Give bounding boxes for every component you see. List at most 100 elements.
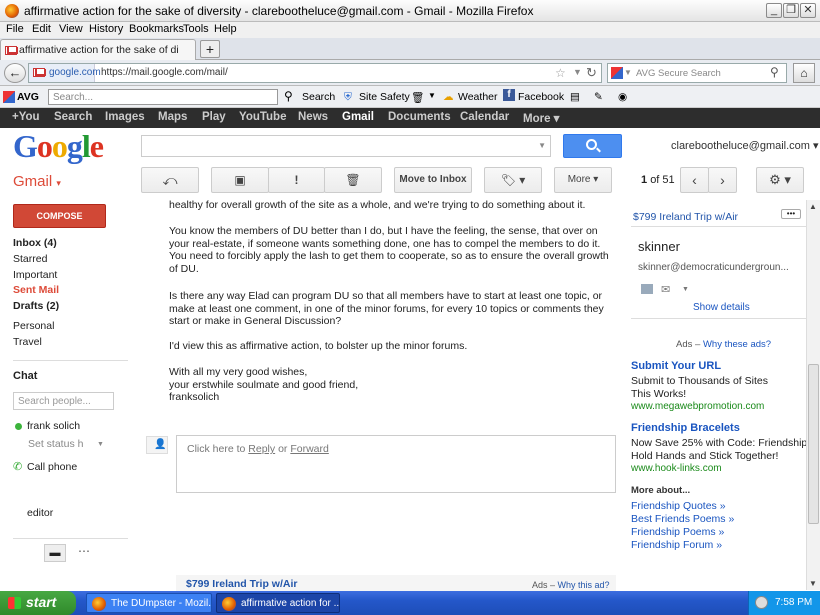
toolbar-icon-1[interactable]: ▤ <box>570 91 580 103</box>
nav-travel[interactable]: Travel <box>13 336 42 348</box>
dropdown-icon[interactable]: ▼ <box>538 141 546 150</box>
browser-search-box[interactable]: ▼ AVG Secure Search ⚲ <box>607 63 787 83</box>
new-tab-button[interactable]: + <box>200 40 220 58</box>
nav-sent-mail[interactable]: Sent Mail <box>13 284 59 296</box>
home-button[interactable]: ⌂ <box>793 63 815 83</box>
gmail-search-input[interactable]: ▼ <box>141 135 551 157</box>
newer-button[interactable]: › <box>708 167 737 193</box>
nav-starred[interactable]: Starred <box>13 253 47 265</box>
reply-link[interactable]: Reply <box>248 443 275 455</box>
more-icon[interactable]: ••• <box>781 209 801 219</box>
add-contact-icon[interactable] <box>641 284 653 294</box>
menu-bookmarks[interactable]: Bookmarks <box>129 23 184 35</box>
labels-button[interactable]: 🏷 ▾ <box>484 167 542 193</box>
close-button[interactable]: ✕ <box>800 3 816 18</box>
scroll-down-icon[interactable]: ▼ <box>809 579 817 588</box>
menu-edit[interactable]: Edit <box>32 23 51 35</box>
more-link-1[interactable]: Friendship Quotes » <box>631 500 726 512</box>
more-button[interactable]: More ▾ <box>554 167 612 193</box>
minimize-button[interactable]: _ <box>766 3 782 18</box>
menu-file[interactable]: File <box>6 23 24 35</box>
gbar-news[interactable]: News <box>298 111 328 123</box>
url-bar[interactable]: google.com https://mail.google.com/mail/… <box>28 63 602 83</box>
ad2-title[interactable]: Friendship Bracelets <box>631 422 740 434</box>
gbar-youtube[interactable]: YouTube <box>239 111 286 123</box>
show-details-link[interactable]: Show details <box>693 302 750 313</box>
site-safety-button[interactable]: Site Safety <box>359 91 410 103</box>
gmail-menu[interactable]: Gmail ▾ <box>13 173 61 190</box>
dropdown-icon[interactable]: ▼ <box>428 91 436 100</box>
report-spam-button[interactable]: ! <box>268 167 325 193</box>
move-to-inbox-button[interactable]: Move to Inbox <box>394 167 472 193</box>
why-this-ad-link[interactable]: Why this ad? <box>558 580 610 590</box>
avg-search-input[interactable]: Search... <box>48 89 278 105</box>
footer-ad-link[interactable]: $799 Ireland Trip w/Air <box>186 578 297 590</box>
more-link-4[interactable]: Friendship Forum » <box>631 539 722 551</box>
call-phone[interactable]: Call phone <box>27 461 77 473</box>
reply-box[interactable]: Click here to Reply or Forward <box>176 435 616 493</box>
reload-icon[interactable]: ↻ <box>586 65 597 81</box>
bookmark-star-icon[interactable]: ☆ <box>555 66 566 80</box>
gbar-gmail[interactable]: Gmail <box>342 111 374 123</box>
nav-important[interactable]: Important <box>13 269 57 281</box>
more-options-icon[interactable]: ⋯ <box>78 544 90 558</box>
dropdown-icon[interactable]: ▼ <box>97 441 104 448</box>
gmail-search-button[interactable] <box>563 134 622 158</box>
gbar-images[interactable]: Images <box>105 111 145 123</box>
menu-tools[interactable]: Tools <box>183 23 209 35</box>
avg-brand[interactable]: AVG <box>17 91 39 103</box>
ad2-url[interactable]: www.hook-links.com <box>631 463 722 474</box>
nav-drafts[interactable]: Drafts (2) <box>13 300 59 312</box>
weather-button[interactable]: Weather <box>458 91 498 103</box>
dropdown-icon[interactable]: ▼ <box>573 67 582 77</box>
trash-icon[interactable]: 🗑 <box>411 91 424 104</box>
nav-personal[interactable]: Personal <box>13 320 54 332</box>
chat-search-input[interactable]: Search people... <box>13 392 114 410</box>
gbar-documents[interactable]: Documents <box>388 111 451 123</box>
forward-link[interactable]: Forward <box>290 443 329 455</box>
gbar-calendar[interactable]: Calendar <box>460 111 509 123</box>
nav-inbox[interactable]: Inbox (4) <box>13 237 57 249</box>
mail-icon[interactable]: ✉ <box>661 283 670 296</box>
toolbar-icon-2[interactable]: ✎ <box>594 91 603 103</box>
tray-icon[interactable] <box>755 596 768 609</box>
start-button[interactable]: start <box>0 591 76 615</box>
more-link-3[interactable]: Friendship Poems » <box>631 526 724 538</box>
google-logo[interactable]: Google <box>13 128 104 165</box>
facebook-button[interactable]: Facebook <box>518 91 564 103</box>
archive-button[interactable]: ▣ <box>211 167 269 193</box>
gbar-more[interactable]: More ▾ <box>523 111 559 125</box>
back-to-inbox-button[interactable]: ⤺ <box>141 167 199 193</box>
settings-button[interactable]: ⚙ ▾ <box>756 167 804 193</box>
search-icon[interactable]: ⚲ <box>770 65 779 79</box>
older-button[interactable]: ‹ <box>680 167 709 193</box>
gbar-plus-you[interactable]: +You <box>12 111 40 123</box>
top-ad-link[interactable]: $799 Ireland Trip w/Air <box>633 211 738 223</box>
chat-contact-me[interactable]: frank solich <box>27 420 80 432</box>
menu-history[interactable]: History <box>89 23 123 35</box>
dropdown-icon[interactable]: ▼ <box>682 286 689 293</box>
search-icon[interactable]: ⚲ <box>284 89 293 103</box>
taskbar-item-dumpster[interactable]: The DUmpster - Mozil... <box>86 593 212 613</box>
chat-contact-editor[interactable]: editor <box>27 507 53 519</box>
maximize-button[interactable]: ❐ <box>783 3 799 18</box>
why-these-ads-link[interactable]: Why these ads? <box>703 339 771 350</box>
delete-button[interactable]: 🗑 <box>324 167 382 193</box>
ad1-url[interactable]: www.megawebpromotion.com <box>631 401 764 412</box>
taskbar-item-gmail[interactable]: affirmative action for ... <box>216 593 340 613</box>
gbar-search[interactable]: Search <box>54 111 92 123</box>
site-identity[interactable]: google.com <box>29 64 101 82</box>
chat-bubble-icon[interactable]: ▬ <box>44 544 66 562</box>
set-status[interactable]: Set status h <box>28 438 83 450</box>
tab-gmail[interactable]: affirmative action for the sake of diver… <box>0 39 196 60</box>
menu-view[interactable]: View <box>59 23 83 35</box>
scrollbar-thumb[interactable] <box>808 364 819 524</box>
menu-help[interactable]: Help <box>214 23 237 35</box>
ad1-title[interactable]: Submit Your URL <box>631 360 721 372</box>
avg-search-button[interactable]: Search <box>302 91 335 103</box>
gbar-maps[interactable]: Maps <box>158 111 187 123</box>
scroll-up-icon[interactable]: ▲ <box>809 202 817 211</box>
toolbar-icon-3[interactable]: ◉ <box>618 91 627 103</box>
back-button[interactable]: ← <box>4 63 26 83</box>
dropdown-icon[interactable]: ▼ <box>624 68 632 77</box>
